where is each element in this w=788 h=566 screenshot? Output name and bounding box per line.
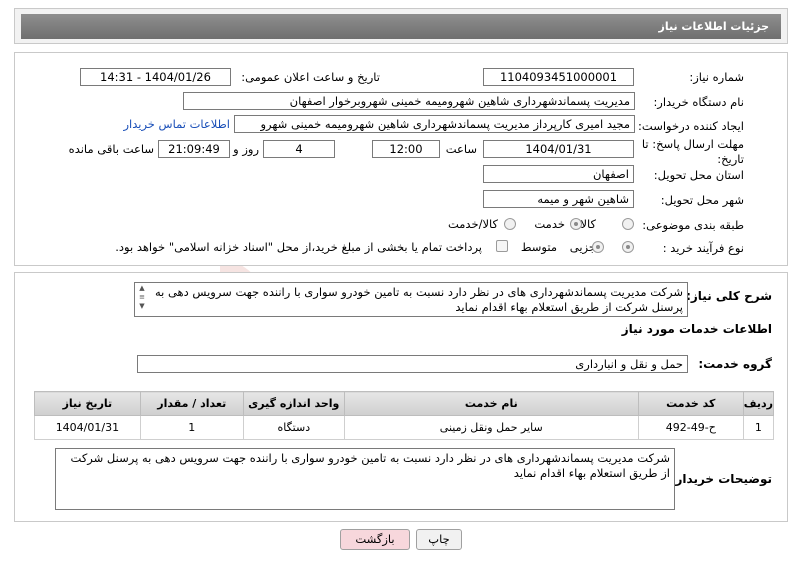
table-header-row: ردیف کد خدمت نام خدمت واحد اندازه گیری ت… — [34, 391, 775, 416]
col-header-unit: واحد اندازه گیری — [242, 391, 345, 416]
process-type-label: نوع فرآیند خرید : — [662, 241, 744, 255]
category-option-service: خدمت — [534, 217, 565, 231]
treasury-payment-note: پرداخت تمام یا بخشی از مبلغ خرید،از محل … — [115, 240, 482, 254]
cell-quantity: 1 — [139, 415, 244, 440]
table-row: 1 ح-49-492 سایر حمل ونقل زمینی دستگاه 1 … — [34, 415, 775, 440]
summary-scroll-arrows[interactable]: ▲ ≡ ▼ — [136, 284, 148, 316]
services-table: ردیف کد خدمت نام خدمت واحد اندازه گیری ت… — [34, 391, 775, 440]
need-number-label: شماره نیاز: — [689, 70, 744, 84]
deadline-label: مهلت ارسال پاسخ: تا تاریخ: — [641, 137, 744, 166]
process-option-medium: متوسط — [520, 240, 557, 254]
process-radio-medium[interactable] — [592, 241, 604, 253]
service-group-field: حمل و نقل و انبارداری — [137, 355, 688, 373]
col-header-quantity: تعداد / مقدار — [139, 391, 244, 416]
province-label: استان محل تحویل: — [653, 168, 744, 182]
buyer-notes-textarea[interactable]: شرکت مدیریت پسماندشهرداری های در نظر دار… — [55, 448, 675, 510]
cell-row-number: 1 — [742, 415, 775, 440]
time-remaining-label: ساعت باقی مانده — [68, 142, 154, 156]
col-header-need-date: تاریخ نیاز — [34, 391, 141, 416]
service-group-label: گروه خدمت: — [698, 357, 772, 371]
creator-label: ایجاد کننده درخواست: — [638, 119, 744, 133]
category-radio-goods-service[interactable] — [504, 218, 516, 230]
page-title: جزئیات اطلاعات نیاز — [21, 14, 781, 39]
cell-need-date: 1404/01/31 — [34, 415, 141, 440]
print-button[interactable]: چاپ — [416, 529, 462, 550]
deadline-time-field: 12:00 — [372, 140, 440, 158]
buyer-notes-text: شرکت مدیریت پسماندشهرداری های در نظر دار… — [70, 451, 670, 480]
creator-field: مجید امیری کارپرداز مدیریت پسماندشهرداری… — [234, 115, 635, 133]
summary-label: شرح کلی نیاز: — [686, 289, 772, 303]
deadline-date-field: 1404/01/31 — [483, 140, 634, 158]
summary-textarea[interactable]: ▲ ≡ ▼ شرکت مدیریت پسماندشهرداری های در نظر… — [134, 282, 688, 317]
col-header-service-name: نام خدمت — [343, 391, 639, 416]
process-radio-minor[interactable] — [622, 241, 634, 253]
back-button[interactable]: بازگشت — [340, 529, 410, 550]
buyer-org-label: نام دستگاه خریدار: — [653, 95, 744, 109]
need-number-field: 1104093451000001 — [483, 68, 634, 86]
buyer-contact-link[interactable]: اطلاعات تماس خریدار — [123, 117, 230, 131]
announce-date-label: تاریخ و ساعت اعلان عمومی: — [241, 70, 380, 84]
days-label: روز و — [233, 142, 259, 156]
cell-service-code: ح-49-492 — [637, 415, 744, 440]
city-label: شهر محل تحویل: — [660, 193, 744, 207]
announce-date-field: 1404/01/26 - 14:31 — [80, 68, 231, 86]
cell-service-name: سایر حمل ونقل زمینی — [343, 415, 639, 440]
province-field: اصفهان — [483, 165, 634, 183]
category-option-goods: کالا — [580, 217, 596, 231]
summary-text: شرکت مدیریت پسماندشهرداری های در نظر دار… — [154, 285, 683, 314]
col-header-service-code: کد خدمت — [637, 391, 744, 416]
cell-unit: دستگاه — [242, 415, 345, 440]
category-radio-goods[interactable] — [622, 218, 634, 230]
col-header-row-number: ردیف — [742, 391, 775, 416]
category-option-goods-service: کالا/خدمت — [447, 217, 498, 231]
category-radio-service[interactable] — [570, 218, 582, 230]
services-title: اطلاعات خدمات مورد نیاز — [621, 322, 772, 336]
header-container: جزئیات اطلاعات نیاز — [14, 8, 788, 44]
time-remaining-field: 21:09:49 — [158, 140, 230, 158]
city-field: شاهین شهر و میمه — [483, 190, 634, 208]
category-label: طبقه بندی موضوعی: — [642, 218, 744, 232]
buyer-notes-label: توضیحات خریدار: — [670, 472, 772, 486]
treasury-payment-checkbox[interactable] — [496, 240, 508, 252]
buyer-org-field: مدیریت پسماندشهرداری شاهین شهرومیمه خمین… — [183, 92, 635, 110]
days-remaining-field: 4 — [263, 140, 335, 158]
deadline-time-label: ساعت — [445, 142, 477, 156]
